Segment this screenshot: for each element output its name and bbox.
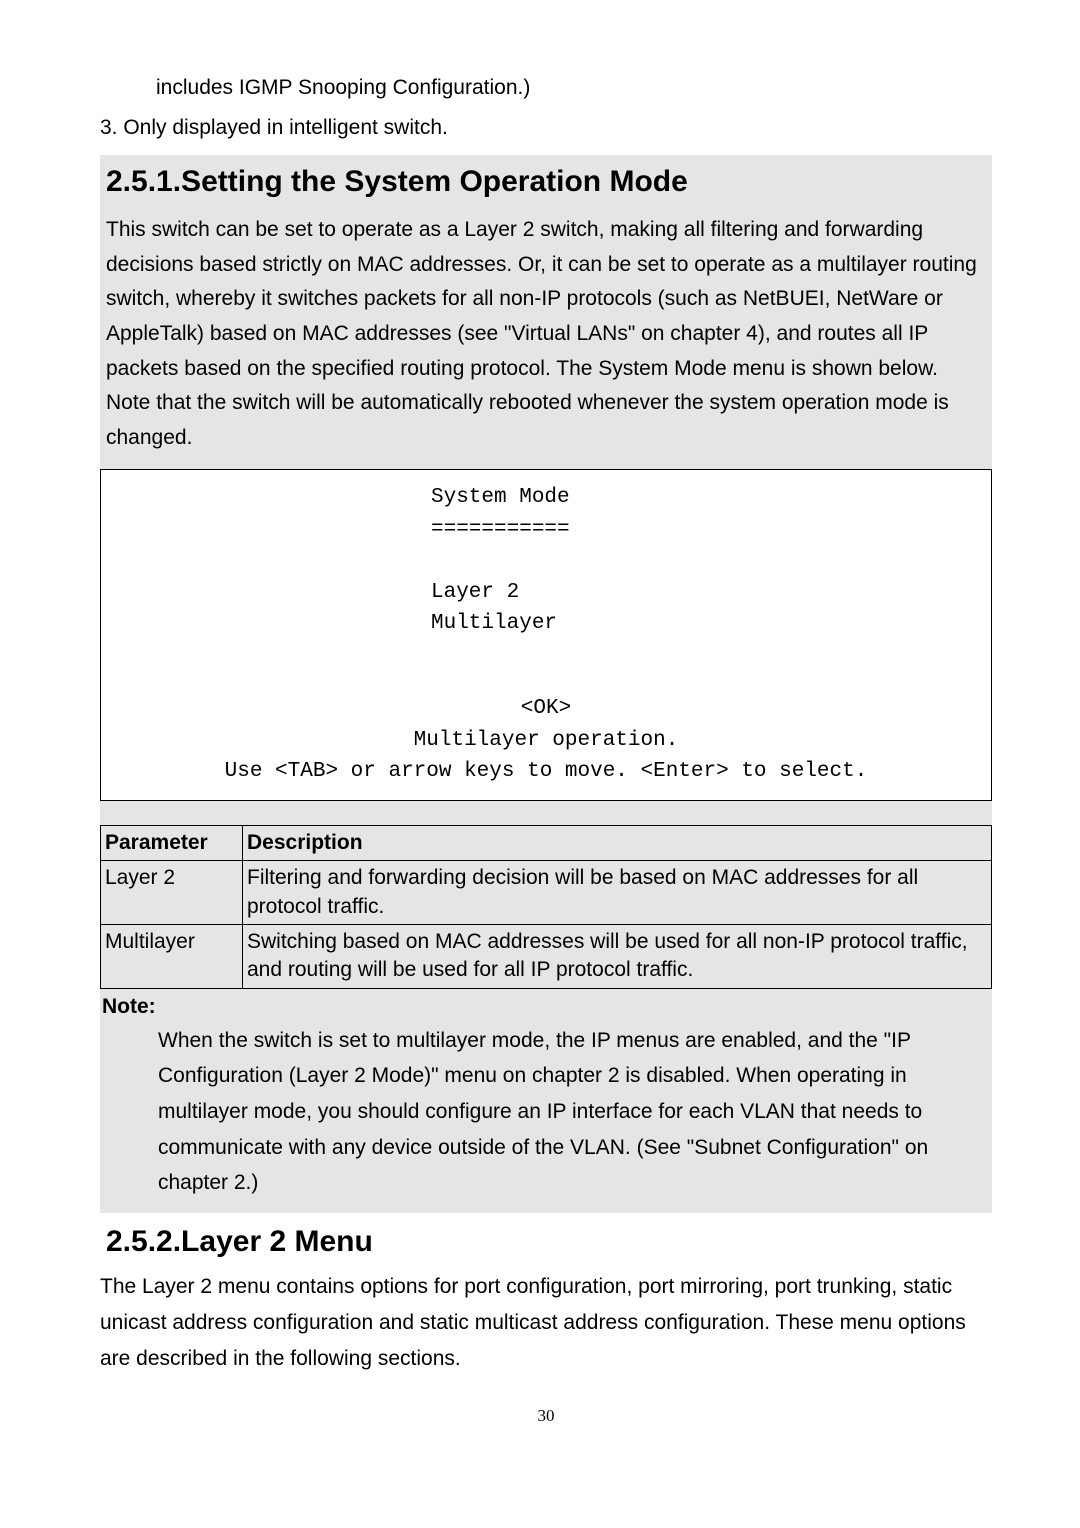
terminal-option-multilayer: Multilayer [431,608,991,640]
cell-desc: Filtering and forwarding decision will b… [243,861,992,925]
section-2-5-2-body: The Layer 2 menu contains options for po… [100,1269,992,1376]
document-page: includes IGMP Snooping Configuration.) 3… [0,0,1080,1466]
terminal-ok: <OK> [101,693,991,725]
list-item-3: 3. Only displayed in intelligent switch. [100,112,992,144]
parameter-table: Parameter Description Layer 2 Filtering … [100,825,992,989]
table-row: Layer 2 Filtering and forwarding decisio… [101,861,992,925]
table-header-row: Parameter Description [101,825,992,860]
terminal-option-layer2: Layer 2 [431,577,991,609]
cell-param: Layer 2 [101,861,243,925]
page-number: 30 [100,1406,992,1426]
header-parameter: Parameter [101,825,243,860]
terminal-underline: =========== [431,514,991,546]
terminal-subtitle: Multilayer operation. [101,725,991,757]
note-label: Note: [100,989,992,1019]
header-description: Description [243,825,992,860]
terminal-title: System Mode [431,482,991,514]
section-2-5-1-heading: 2.5.1.Setting the System Operation Mode [100,155,992,213]
terminal-hint: Use <TAB> or arrow keys to move. <Enter>… [101,756,991,788]
table-row: Multilayer Switching based on MAC addres… [101,925,992,989]
cell-param: Multilayer [101,925,243,989]
section-2-5-1: 2.5.1.Setting the System Operation Mode … [100,155,992,469]
carryover-text: includes IGMP Snooping Configuration.) [156,72,992,104]
terminal-screen: System Mode =========== Layer 2 Multilay… [100,469,992,801]
section-2-5-2-heading: 2.5.2.Layer 2 Menu [100,1219,992,1269]
cell-desc: Switching based on MAC addresses will be… [243,925,992,989]
section-2-5-1-body: This switch can be set to operate as a L… [100,213,992,469]
spacer [100,801,992,825]
note-body: When the switch is set to multilayer mod… [100,1019,992,1213]
